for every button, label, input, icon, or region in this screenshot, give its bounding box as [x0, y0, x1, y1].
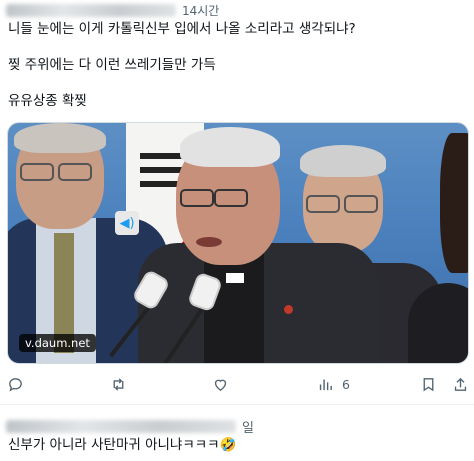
post-header: 14시간 — [6, 0, 219, 20]
post-text-line-1: 니들 눈에는 이게 카톨릭신부 입에서 나올 소리라고 생각되냐? — [8, 21, 356, 37]
repost-icon — [113, 377, 124, 391]
post-time[interactable]: 14시간 — [182, 2, 219, 19]
post[interactable]: 14시간 니들 눈에는 이게 카톨릭신부 입에서 나올 소리라고 생각되냐? 찢… — [0, 0, 474, 405]
share-icon — [454, 377, 467, 391]
post-text-line-3: 유유상종 확찢 — [8, 93, 87, 109]
media-source-label: v.daum.net — [19, 334, 96, 352]
post-media-image[interactable]: ◀) v.daum.net — [7, 122, 469, 364]
share-button[interactable] — [452, 370, 469, 398]
views-button[interactable]: 6 — [317, 370, 350, 398]
views-count: 6 — [342, 376, 350, 392]
post-actions-bar: 6 — [0, 370, 474, 398]
reply-author-redacted[interactable] — [6, 419, 236, 433]
reply-text: 신부가 아니라 사탄마귀 아니냐ㅋㅋㅋ🤣 — [8, 437, 237, 453]
bookmark-icon — [423, 377, 434, 391]
reply-header: 일 — [6, 416, 254, 436]
post-text-line-2: 찢 주위에는 다 이런 쓰레기들만 가득 — [8, 57, 216, 73]
reply-time[interactable]: 일 — [242, 417, 254, 436]
reply-icon — [9, 377, 22, 392]
heart-icon — [214, 379, 227, 391]
author-name-redacted[interactable] — [6, 3, 176, 17]
reply-button[interactable] — [7, 370, 24, 398]
bookmark-button[interactable] — [420, 370, 437, 398]
reply-post[interactable]: 일 신부가 아니라 사탄마귀 아니냐ㅋㅋㅋ🤣 — [0, 404, 474, 461]
like-button[interactable] — [212, 370, 229, 398]
speaker-icon[interactable]: ◀) — [115, 211, 139, 235]
repost-button[interactable] — [110, 370, 127, 398]
views-chart-icon — [319, 379, 332, 390]
